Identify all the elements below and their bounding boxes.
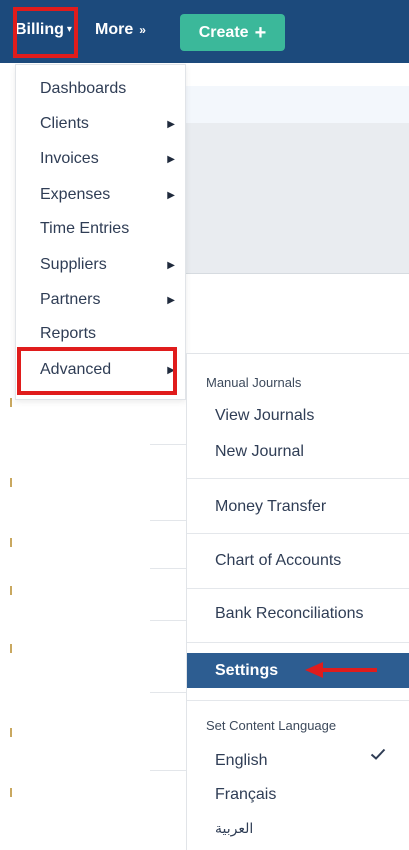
- page-panel: [185, 123, 409, 273]
- chevron-right-icon: ▶: [167, 118, 175, 130]
- language-option-arabic[interactable]: العربية: [215, 820, 253, 837]
- double-chevron-down-icon: »: [139, 23, 146, 37]
- highlight-box-advanced: [17, 347, 177, 395]
- chevron-right-icon: ▶: [167, 259, 175, 271]
- create-button-label: Create: [198, 23, 249, 41]
- menu-item-expenses[interactable]: Expenses ▶: [40, 180, 175, 210]
- menu-item-dashboards[interactable]: Dashboards: [40, 74, 175, 104]
- menu-item-label: Invoices: [40, 150, 99, 167]
- check-icon: [370, 748, 386, 760]
- page-row-divider: [150, 444, 188, 445]
- menu-item-partners[interactable]: Partners ▶: [40, 285, 175, 315]
- screen: Billing ▾ More» Create + Dashboards Clien…: [0, 0, 409, 850]
- highlight-box-billing: [13, 7, 78, 58]
- page-row-marker: [10, 586, 12, 595]
- page-row-marker: [10, 644, 12, 653]
- advanced-submenu: Manual Journals View Journals New Journa…: [186, 353, 409, 850]
- menu-item-money-transfer[interactable]: Money Transfer: [215, 498, 326, 516]
- menu-divider: [187, 478, 409, 479]
- language-option-english[interactable]: English: [215, 752, 267, 770]
- menu-item-label: Suppliers: [40, 256, 107, 273]
- chevron-right-icon: ▶: [167, 189, 175, 201]
- page-row-divider: [150, 568, 188, 569]
- menu-item-label: Clients: [40, 115, 89, 132]
- menu-item-label: Dashboards: [40, 80, 127, 97]
- menu-item-time-entries[interactable]: Time Entries: [40, 214, 175, 244]
- menu-divider: [187, 642, 409, 643]
- menu-item-label: Partners: [40, 291, 101, 308]
- menu-item-label: Expenses: [40, 186, 111, 203]
- menu-divider: [187, 533, 409, 534]
- chevron-right-icon: ▶: [167, 153, 175, 165]
- page-row-marker: [10, 538, 12, 547]
- plus-icon: +: [254, 21, 267, 44]
- create-button[interactable]: Create +: [180, 14, 285, 51]
- red-arrow-icon: [305, 662, 377, 678]
- menu-item-chart-of-accounts[interactable]: Chart of Accounts: [215, 552, 341, 570]
- page-row-marker: [10, 398, 12, 407]
- menu-item-bank-reconciliations[interactable]: Bank Reconciliations: [215, 605, 364, 623]
- page-row-marker: [10, 478, 12, 487]
- page-band: [185, 86, 409, 123]
- menu-item-clients[interactable]: Clients ▶: [40, 109, 175, 139]
- menu-item-reports[interactable]: Reports: [40, 319, 175, 349]
- page-row-divider: [150, 770, 188, 771]
- language-option-french[interactable]: Français: [215, 786, 276, 804]
- menu-item-suppliers[interactable]: Suppliers ▶: [40, 250, 175, 280]
- menu-item-new-journal[interactable]: New Journal: [215, 443, 304, 461]
- menu-item-label: Reports: [40, 325, 97, 342]
- page-row-divider: [150, 520, 188, 521]
- menu-divider: [187, 588, 409, 589]
- menu-item-invoices[interactable]: Invoices ▶: [40, 144, 175, 174]
- content-language-header: Set Content Language: [206, 718, 337, 733]
- page-row-marker: [10, 788, 12, 797]
- manual-journals-header: Manual Journals: [206, 375, 302, 390]
- page-divider: [185, 273, 409, 274]
- menu-item-label: Time Entries: [40, 220, 130, 237]
- page-row-divider: [150, 692, 188, 693]
- menu-divider: [187, 700, 409, 701]
- page-row-divider: [150, 620, 188, 621]
- nav-more-label: More: [95, 21, 134, 38]
- menu-item-settings-label: Settings: [215, 661, 279, 679]
- chevron-right-icon: ▶: [167, 294, 175, 306]
- menu-item-view-journals[interactable]: View Journals: [215, 407, 314, 425]
- nav-more[interactable]: More »: [95, 21, 146, 39]
- page-row-marker: [10, 728, 12, 737]
